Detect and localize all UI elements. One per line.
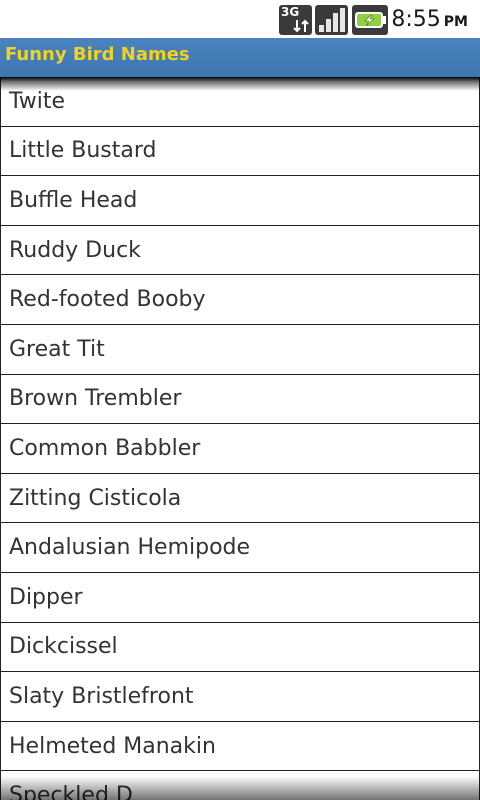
list-item-label: Little Bustard: [9, 138, 157, 164]
list-item[interactable]: Buffle Head: [0, 176, 480, 226]
list-item[interactable]: Great Tit: [0, 324, 480, 375]
app-screen: 3G 8:55 PM Funny Bird Names Twite Little…: [0, 0, 480, 800]
list-item[interactable]: Dickcissel: [0, 622, 480, 673]
list-item-label: Buffle Head: [9, 187, 138, 213]
list-item[interactable]: Ruddy Duck: [0, 225, 480, 276]
list-item-label: Brown Trembler: [9, 386, 182, 412]
list-item-label: Twite: [9, 88, 66, 114]
clock-time: 8:55: [391, 7, 441, 32]
list-item-label: Dickcissel: [9, 634, 118, 660]
list-item[interactable]: Andalusian Hemipode: [0, 523, 480, 573]
list-item-label: Ruddy Duck: [9, 237, 141, 263]
list-item[interactable]: Brown Trembler: [0, 374, 480, 425]
list-item-label: Helmeted Manakin: [9, 733, 216, 759]
list-item-label: Slaty Bristlefront: [9, 683, 194, 709]
list-item-label: Andalusian Hemipode: [9, 535, 251, 561]
network-3g-icon: 3G: [279, 5, 312, 35]
clock-ampm: PM: [443, 14, 468, 30]
status-clock: 8:55 PM: [391, 7, 468, 35]
list-item-label: Common Babbler: [9, 435, 201, 461]
list-item-label: Red-footed Booby: [9, 287, 206, 313]
list-item[interactable]: Little Bustard: [0, 126, 480, 177]
list-item[interactable]: Slaty Bristlefront: [0, 672, 480, 722]
list-item[interactable]: Common Babbler: [0, 424, 480, 474]
list-item[interactable]: Speckled D: [0, 771, 480, 800]
title-bar-shadow: [0, 77, 480, 91]
list-item[interactable]: Red-footed Booby: [0, 275, 480, 325]
list-item-label: Dipper: [9, 584, 83, 610]
list-item[interactable]: Zitting Cisticola: [0, 473, 480, 524]
status-bar: 3G 8:55 PM: [0, 0, 480, 38]
battery-charging-icon: [352, 5, 388, 35]
bird-name-list[interactable]: Twite Little Bustard Buffle Head Ruddy Duck…: [0, 77, 480, 800]
network-type-label: 3G: [281, 5, 300, 19]
page-title: Funny Bird Names: [5, 44, 190, 65]
list-item[interactable]: Dipper: [0, 572, 480, 623]
signal-strength-icon: [315, 5, 348, 35]
list-item-label: Speckled D: [9, 783, 133, 800]
list-item-label: Great Tit: [9, 336, 105, 362]
list-item-label: Zitting Cisticola: [9, 485, 182, 511]
list-item[interactable]: Helmeted Manakin: [0, 721, 480, 772]
title-bar: Funny Bird Names: [0, 38, 480, 77]
